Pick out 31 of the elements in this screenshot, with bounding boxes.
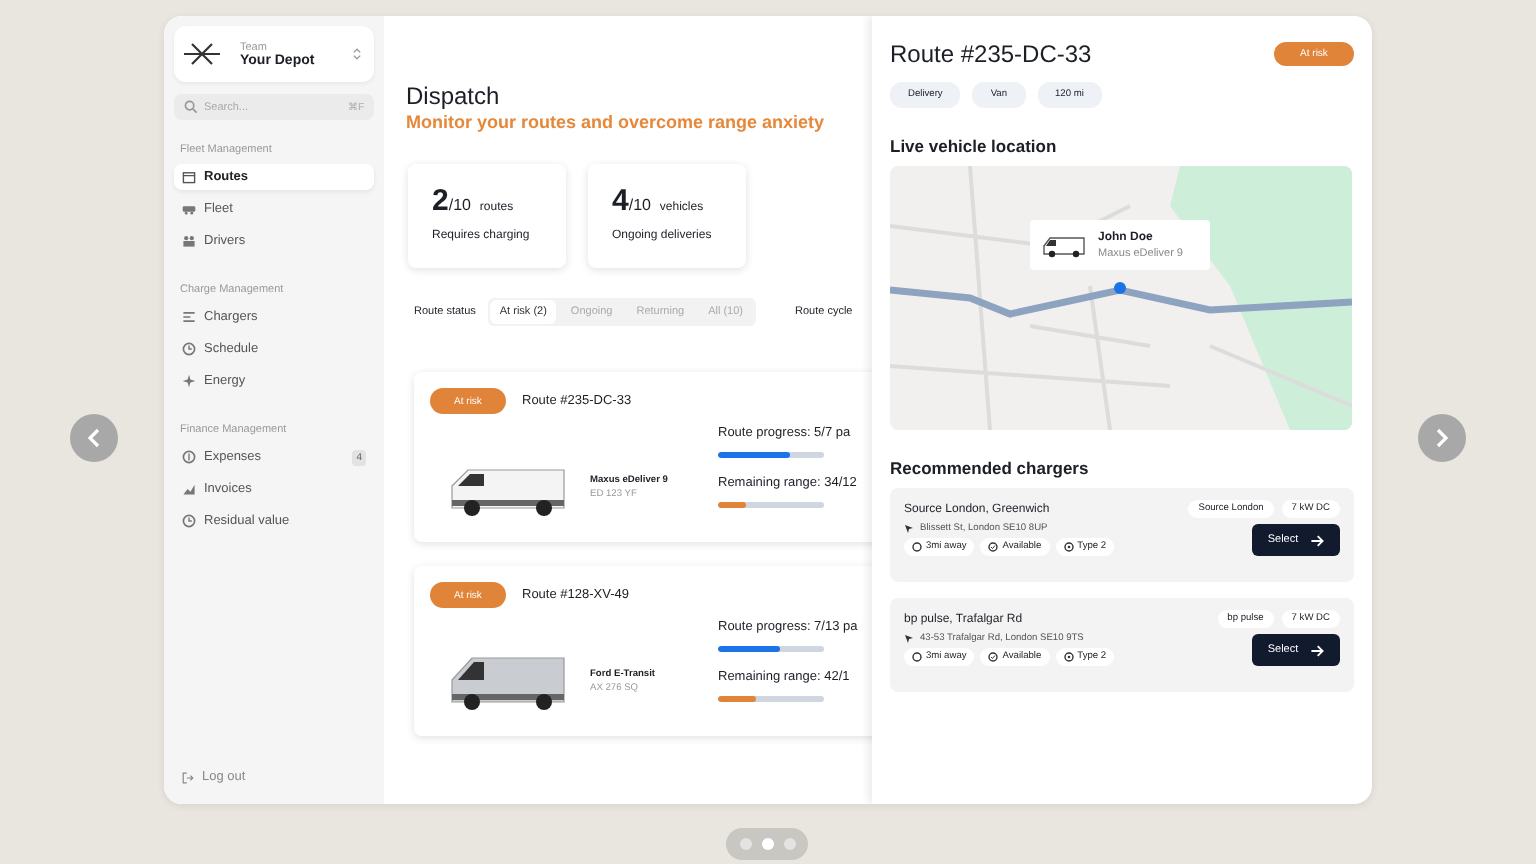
spark-icon <box>182 374 196 388</box>
arrow-right-icon <box>1310 643 1325 657</box>
page-subtitle: Monitor your routes and overcome range anxiety <box>406 112 827 132</box>
van-icon <box>1040 233 1088 257</box>
next-button[interactable] <box>1418 414 1466 462</box>
page-dot[interactable] <box>783 838 795 850</box>
list-icon <box>182 310 196 324</box>
plug-icon <box>1063 542 1074 552</box>
car-icon <box>182 202 196 216</box>
arrow-right-icon <box>1310 533 1325 547</box>
page-title: Dispatch <box>406 82 502 110</box>
clock-icon <box>182 342 196 356</box>
previous-button[interactable] <box>70 414 118 462</box>
section-heading: Recommended chargers <box>890 458 1091 478</box>
logo-icon <box>182 42 222 66</box>
plug-icon <box>1063 652 1074 662</box>
search-icon <box>184 100 198 114</box>
chevron-updown-icon <box>352 46 362 62</box>
location-arrow-icon <box>904 634 914 644</box>
section-heading: Live vehicle location <box>890 136 1059 156</box>
people-icon <box>182 234 196 248</box>
page-dot[interactable] <box>739 838 751 850</box>
page-dot[interactable] <box>761 838 773 850</box>
logout-icon <box>182 771 194 783</box>
route-title: Route #235-DC-33 <box>890 40 1092 68</box>
check-circle-icon <box>988 542 999 552</box>
check-circle-icon <box>988 652 999 662</box>
location-arrow-icon <box>904 524 914 534</box>
clock-icon <box>182 514 196 528</box>
chart-icon <box>182 482 196 496</box>
calendar-icon <box>182 170 196 184</box>
